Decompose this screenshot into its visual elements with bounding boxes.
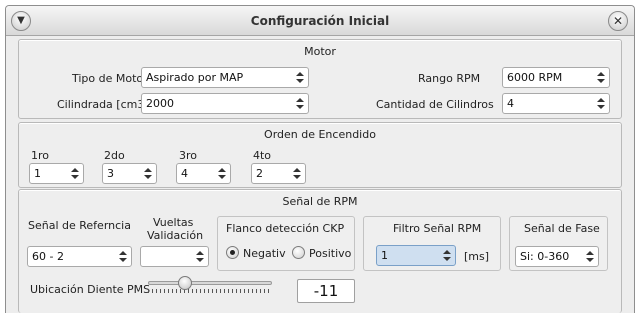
spin-arrows-icon[interactable] (70, 167, 81, 181)
spin-arrows-icon[interactable] (442, 249, 453, 263)
referencia-select[interactable]: 60 - 2 (27, 246, 132, 267)
filtro-rpm-spinbox[interactable]: 1 (376, 245, 456, 266)
cilindrada-value: 2000 (146, 97, 174, 110)
updown-arrow-icon (195, 250, 206, 264)
window-title: Configuración Inicial (250, 14, 390, 28)
cilindrada-select[interactable]: 2000 (141, 93, 309, 114)
orden-slot-1-value: 1 (34, 167, 41, 180)
rango-rpm-value: 6000 RPM (507, 71, 563, 84)
senal-rpm-title: Señal de RPM (282, 195, 358, 208)
cilindros-label: Cantidad de Cilindros (376, 98, 494, 111)
updown-arrow-icon (295, 97, 306, 111)
orden-slot-4-label: 4to (253, 149, 272, 162)
flanco-negativo-label[interactable]: Negativo (243, 247, 286, 260)
motor-group-title: Motor (304, 45, 336, 58)
flanco-positivo-label[interactable]: Positivo (309, 247, 351, 260)
orden-slot-1-label: 1ro (31, 149, 50, 162)
orden-slot-4-value: 2 (256, 167, 263, 180)
flanco-positivo-radio[interactable] (292, 246, 305, 259)
referencia-label: Señal de Referncia (28, 219, 131, 232)
pms-slider-track[interactable] (148, 281, 272, 285)
pms-value-display: -11 (297, 279, 355, 303)
flanco-ckp-title: Flanco detección CKP (226, 222, 345, 235)
rango-rpm-label: Rango RPM (418, 72, 481, 85)
orden-slot-3-label: 3ro (179, 149, 198, 162)
filtro-rpm-value: 1 (381, 249, 388, 262)
vueltas-validacion-select[interactable] (140, 246, 209, 267)
updown-arrow-icon (596, 71, 607, 85)
orden-slot-4-spinbox[interactable]: 2 (251, 163, 306, 184)
updown-arrow-icon (295, 71, 306, 85)
filtro-rpm-title: Filtro Señal RPM (393, 222, 482, 235)
orden-slot-2-label: 2do (104, 149, 125, 162)
flanco-negativo-radio[interactable] (226, 246, 239, 259)
close-icon[interactable]: ✕ (608, 11, 628, 31)
tipo-motor-label: Tipo de Motor (72, 72, 148, 85)
fase-select[interactable]: Si: 0-360 (515, 246, 599, 267)
spin-arrows-icon[interactable] (292, 167, 303, 181)
vueltas-label-line2: Validación (147, 229, 204, 242)
spin-arrows-icon[interactable] (143, 167, 154, 181)
fase-title: Señal de Fase (524, 222, 600, 235)
fase-value: Si: 0-360 (520, 250, 570, 263)
spin-arrows-icon[interactable] (217, 167, 228, 181)
cilindros-value: 4 (507, 97, 514, 110)
tipo-motor-select[interactable]: Aspirado por MAP (141, 67, 309, 88)
orden-slot-3-spinbox[interactable]: 4 (176, 163, 231, 184)
pms-label: Ubicación Diente PMS (30, 283, 151, 296)
orden-slot-2-value: 3 (107, 167, 114, 180)
cilindros-select[interactable]: 4 (502, 93, 610, 114)
orden-slot-1-spinbox[interactable]: 1 (29, 163, 84, 184)
updown-arrow-icon (118, 250, 129, 264)
filtro-rpm-unit: [ms] (464, 250, 490, 263)
orden-encendido-title: Orden de Encendido (264, 128, 376, 141)
pms-slider-ticks (148, 289, 272, 293)
orden-slot-2-spinbox[interactable]: 3 (102, 163, 157, 184)
vueltas-label-line1: Vueltas (153, 216, 194, 229)
referencia-value: 60 - 2 (32, 250, 64, 263)
orden-slot-3-value: 4 (181, 167, 188, 180)
rango-rpm-select[interactable]: 6000 RPM (502, 67, 610, 88)
updown-arrow-icon (596, 97, 607, 111)
tipo-motor-value: Aspirado por MAP (146, 71, 244, 84)
title-bar: ▼ Configuración Inicial ✕ (6, 6, 634, 36)
cilindrada-label: Cilindrada [cm3] (57, 98, 149, 111)
updown-arrow-icon (585, 250, 596, 264)
